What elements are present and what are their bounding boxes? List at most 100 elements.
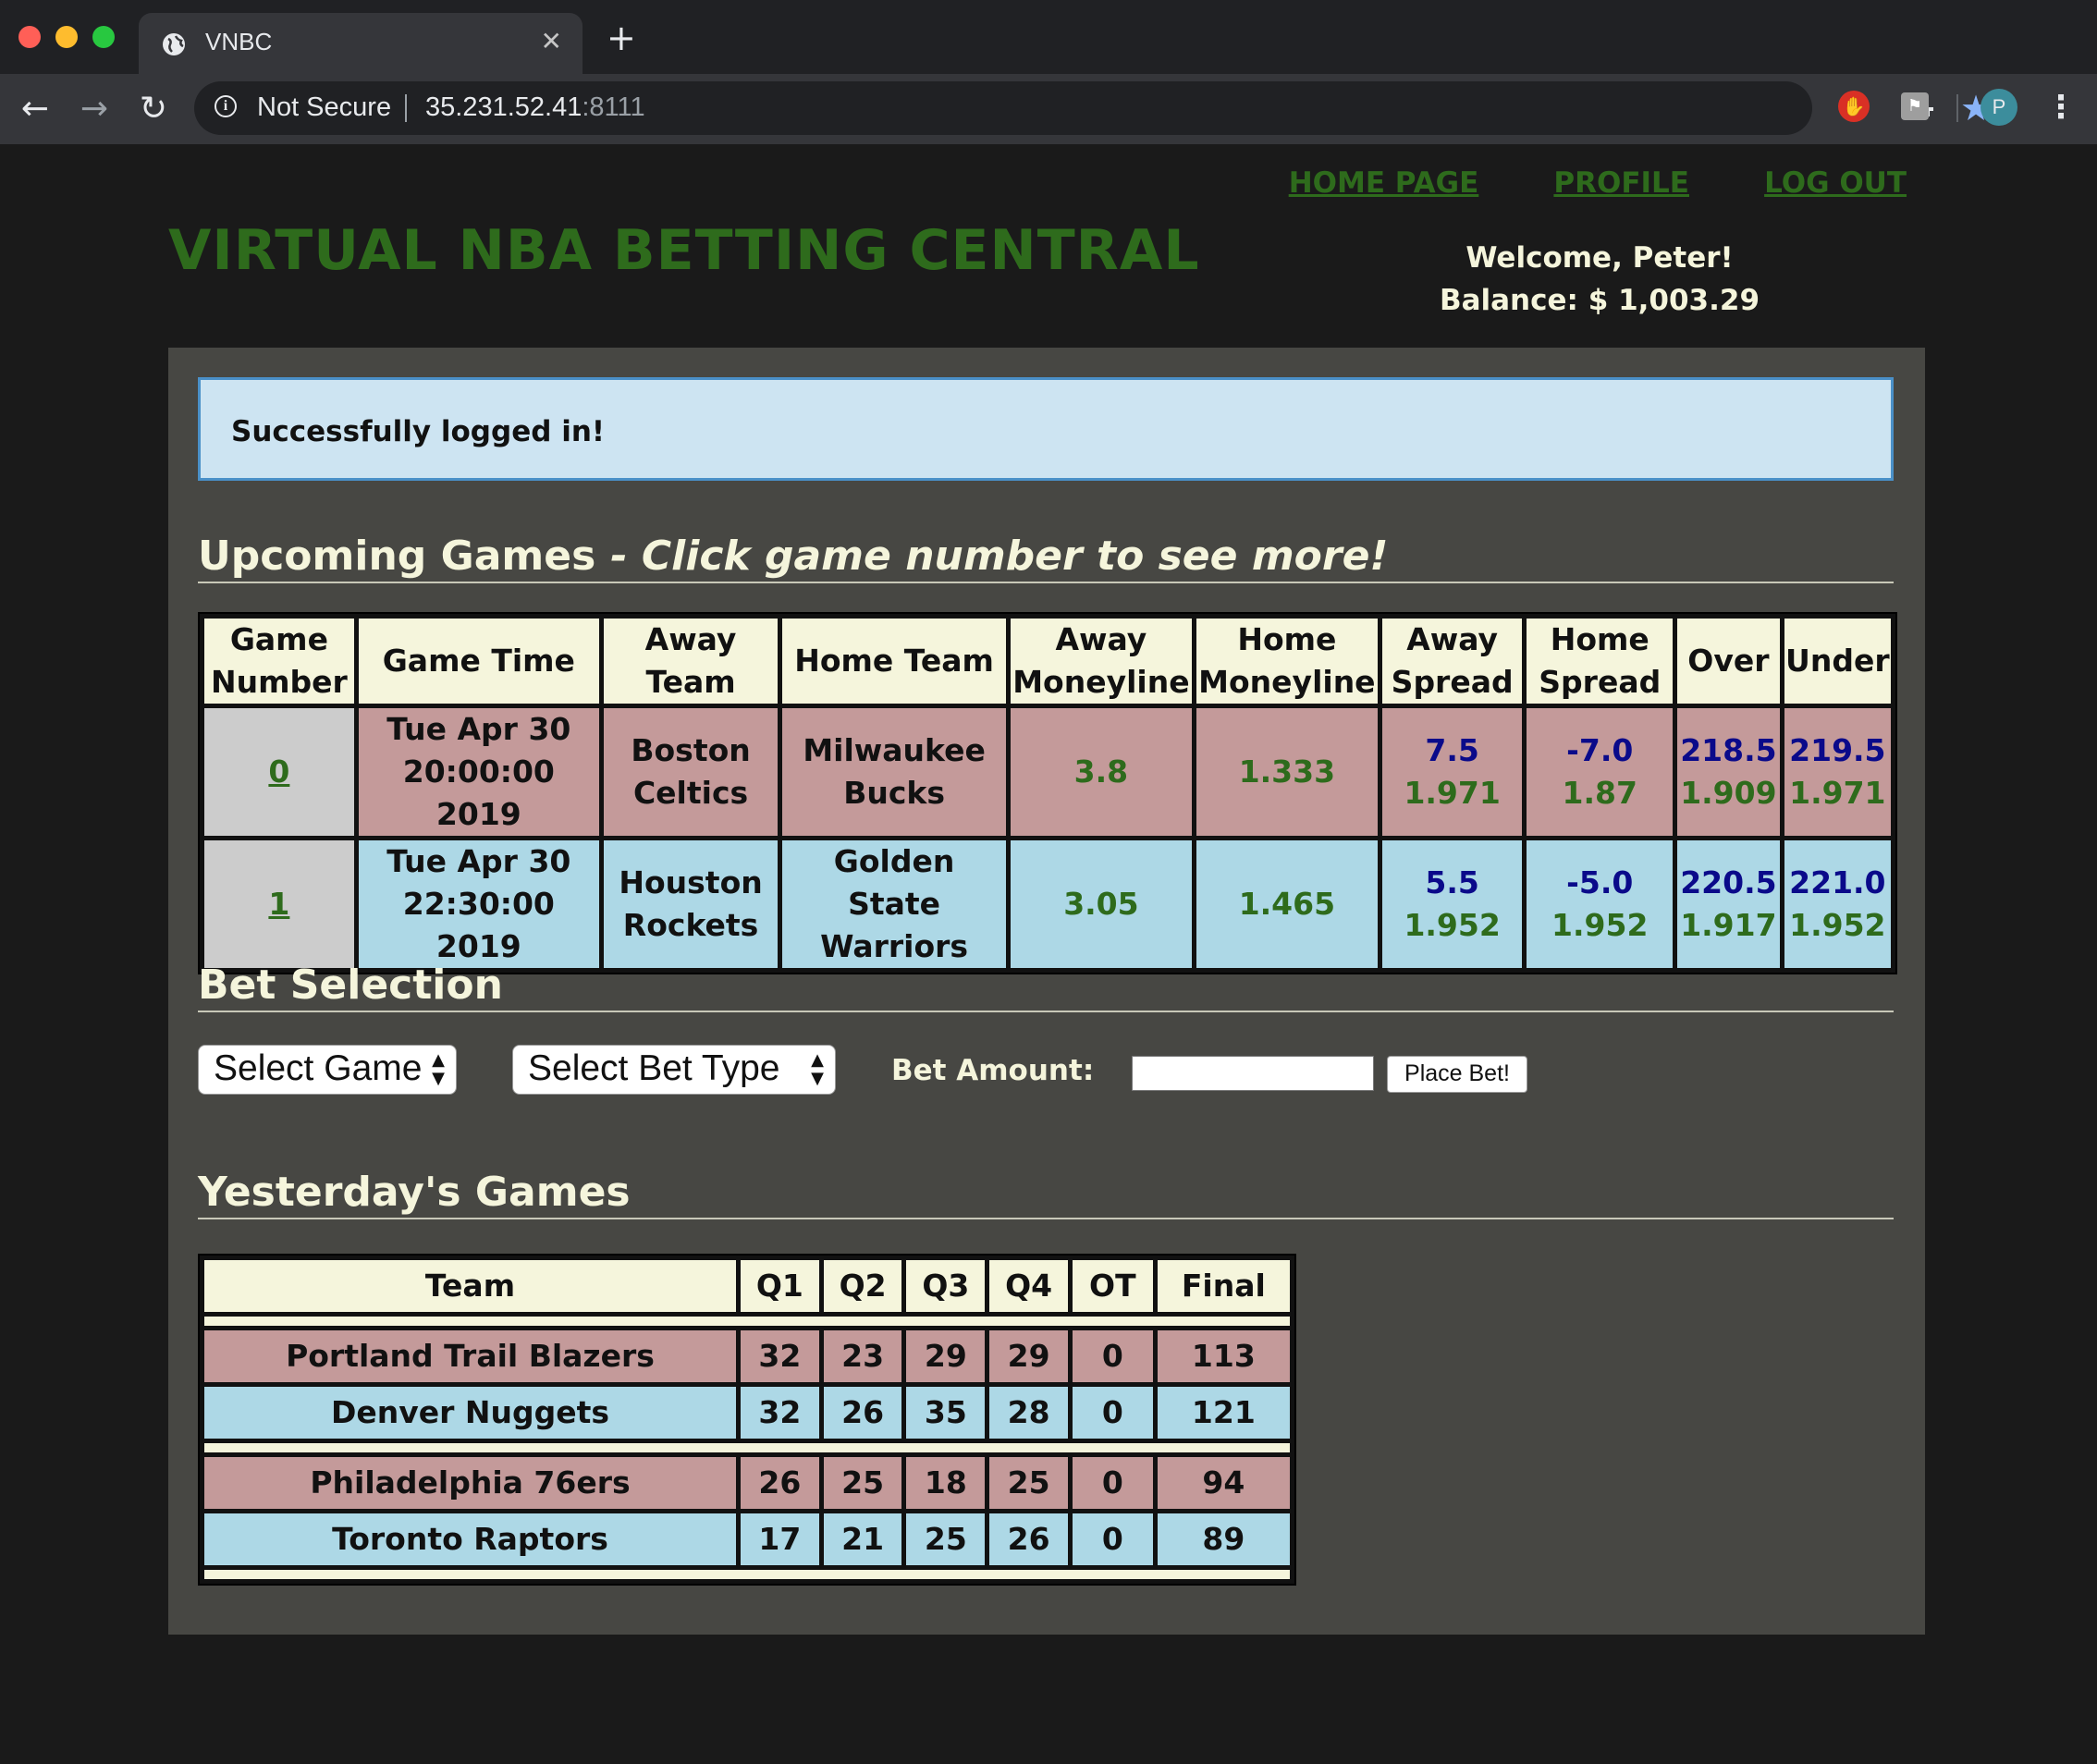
col-under: Under: [1784, 619, 1891, 704]
team-name-cell: Portland Trail Blazers: [204, 1330, 737, 1382]
select-game-value: Select Game: [214, 1048, 423, 1088]
col-over: Over: [1677, 619, 1780, 704]
welcome-text: Welcome, Peter!: [1465, 241, 1734, 275]
q2-cell: 26: [823, 1387, 902, 1439]
ot-cell: 0: [1072, 1387, 1153, 1439]
reload-icon[interactable]: ↻: [131, 87, 176, 131]
table-row: Denver Nuggets 32 26 35 28 0 121: [204, 1387, 1290, 1439]
final-cell: 94: [1157, 1457, 1290, 1509]
q3-cell: 35: [906, 1387, 986, 1439]
col-ot: OT: [1072, 1260, 1153, 1312]
select-bet-type-dropdown[interactable]: Select Bet Type ▲ ▼: [512, 1045, 836, 1095]
ot-cell: 0: [1072, 1513, 1153, 1565]
bet-form: Select Game ▲ ▼ Select Bet Type ▲ ▼ Bet Am…: [198, 1045, 1894, 1100]
nav-logout-link[interactable]: LOG OUT: [1764, 166, 1907, 200]
profile-avatar[interactable]: P: [1980, 89, 2017, 126]
table-header-row: Team Q1 Q2 Q3 Q4 OT Final: [204, 1260, 1290, 1312]
balance-text: Balance: $ 1,003.29: [1439, 284, 1760, 317]
col-q1: Q1: [741, 1260, 819, 1312]
user-info: Welcome, Peter! Balance: $ 1,003.29: [1396, 237, 1803, 322]
away-moneyline-cell: 3.05: [1010, 840, 1192, 968]
site-title: VIRTUAL NBA BETTING CENTRAL: [168, 218, 1200, 283]
url-text[interactable]: 35.231.52.41:8111: [425, 92, 645, 123]
q4-cell: 29: [989, 1330, 1068, 1382]
adblock-extension-icon[interactable]: ✋: [1838, 91, 1870, 122]
q2-cell: 23: [823, 1330, 902, 1382]
away-team-cell: Boston Celtics: [603, 708, 779, 836]
minimize-window-button[interactable]: [55, 26, 78, 48]
final-cell: 89: [1157, 1513, 1290, 1565]
site-nav: HOME PAGE PROFILE LOG OUT: [1219, 166, 1907, 200]
upcoming-hint: - Click game number to see more!: [610, 533, 1389, 580]
nav-profile-link[interactable]: PROFILE: [1553, 166, 1689, 200]
ot-cell: 0: [1072, 1457, 1153, 1509]
team-name-cell: Denver Nuggets: [204, 1387, 737, 1439]
upcoming-title: Upcoming Games: [198, 533, 596, 580]
bet-amount-label: Bet Amount:: [891, 1054, 1095, 1087]
browser-tab[interactable]: VNBC ✕: [139, 13, 582, 74]
col-away-spread: Away Spread: [1381, 619, 1523, 704]
forward-icon[interactable]: →: [72, 87, 116, 131]
new-tab-icon[interactable]: +: [607, 20, 636, 55]
address-bar[interactable]: i Not Secure 35.231.52.41:8111 ★: [194, 81, 1992, 135]
chevron-updown-icon: ▲ ▼: [432, 1050, 445, 1088]
home-spread-cell: -5.0 1.952: [1527, 840, 1674, 968]
game-number-link[interactable]: 0: [268, 753, 289, 790]
table-row: 1 Tue Apr 30 22:30:00 2019 Houston Rockets…: [204, 840, 1891, 968]
col-home-team: Home Team: [782, 619, 1006, 704]
q1-cell: 17: [741, 1513, 819, 1565]
yesterday-games-table: Team Q1 Q2 Q3 Q4 OT Final Portland Trail…: [198, 1254, 1296, 1586]
game-divider: [204, 1317, 1290, 1326]
yesterday-games-heading: Yesterday's Games: [198, 1169, 1894, 1219]
under-cell: 221.0 1.952: [1784, 840, 1891, 968]
globe-icon: [163, 33, 185, 55]
col-away-team: Away Team: [603, 619, 779, 704]
game-number-link[interactable]: 1: [268, 886, 289, 922]
omnibox-divider: [405, 94, 407, 122]
toolbar-divider: [1956, 94, 1958, 122]
away-spread-cell: 5.5 1.952: [1381, 840, 1523, 968]
ot-cell: 0: [1072, 1330, 1153, 1382]
flash-text: Successfully logged in!: [231, 415, 606, 448]
zoom-window-button[interactable]: [92, 26, 115, 48]
col-q4: Q4: [989, 1260, 1068, 1312]
col-q3: Q3: [906, 1260, 986, 1312]
tab-close-icon[interactable]: ✕: [541, 26, 562, 56]
game-divider: [204, 1443, 1290, 1452]
final-cell: 113: [1157, 1330, 1290, 1382]
extension-icon[interactable]: ⚑: [1901, 92, 1929, 120]
page-body: HOME PAGE PROFILE LOG OUT VIRTUAL NBA BE…: [0, 144, 2097, 1764]
place-bet-button[interactable]: Place Bet!: [1387, 1056, 1527, 1093]
team-name-cell: Toronto Raptors: [204, 1513, 737, 1565]
col-home-moneyline: Home Moneyline: [1196, 619, 1378, 704]
game-number-cell: 0: [204, 708, 354, 836]
back-icon[interactable]: ←: [13, 87, 57, 131]
over-cell: 218.5 1.909: [1677, 708, 1780, 836]
col-team: Team: [204, 1260, 737, 1312]
close-window-button[interactable]: [18, 26, 41, 48]
q4-cell: 26: [989, 1513, 1068, 1565]
q2-cell: 21: [823, 1513, 902, 1565]
tab-title: VNBC: [205, 28, 273, 55]
home-team-cell: Milwaukee Bucks: [782, 708, 1006, 836]
final-cell: 121: [1157, 1387, 1290, 1439]
select-game-dropdown[interactable]: Select Game ▲ ▼: [198, 1045, 457, 1095]
table-row: Philadelphia 76ers 26 25 18 25 0 94: [204, 1457, 1290, 1509]
home-team-cell: Golden State Warriors: [782, 840, 1006, 968]
flash-message: Successfully logged in!: [198, 377, 1894, 481]
col-game-number: Game Number: [204, 619, 354, 704]
game-time-cell: Tue Apr 30 20:00:00 2019: [358, 708, 599, 836]
browser-toolbar: ← → ↻ i Not Secure 35.231.52.41:8111 ★: [0, 74, 2097, 144]
home-spread-cell: -7.0 1.87: [1527, 708, 1674, 836]
col-game-time: Game Time: [358, 619, 599, 704]
q1-cell: 32: [741, 1387, 819, 1439]
select-bet-type-value: Select Bet Type: [528, 1048, 780, 1088]
chevron-updown-icon: ▲ ▼: [811, 1050, 824, 1088]
col-away-moneyline: Away Moneyline: [1010, 619, 1192, 704]
menu-kebab-icon[interactable]: ⋮: [2045, 89, 2077, 126]
nav-home-link[interactable]: HOME PAGE: [1289, 166, 1479, 200]
main-content: Successfully logged in! Upcoming Games - …: [168, 348, 1925, 1635]
bet-amount-input[interactable]: [1132, 1056, 1374, 1091]
team-name-cell: Philadelphia 76ers: [204, 1457, 737, 1509]
info-icon[interactable]: i: [215, 95, 237, 117]
